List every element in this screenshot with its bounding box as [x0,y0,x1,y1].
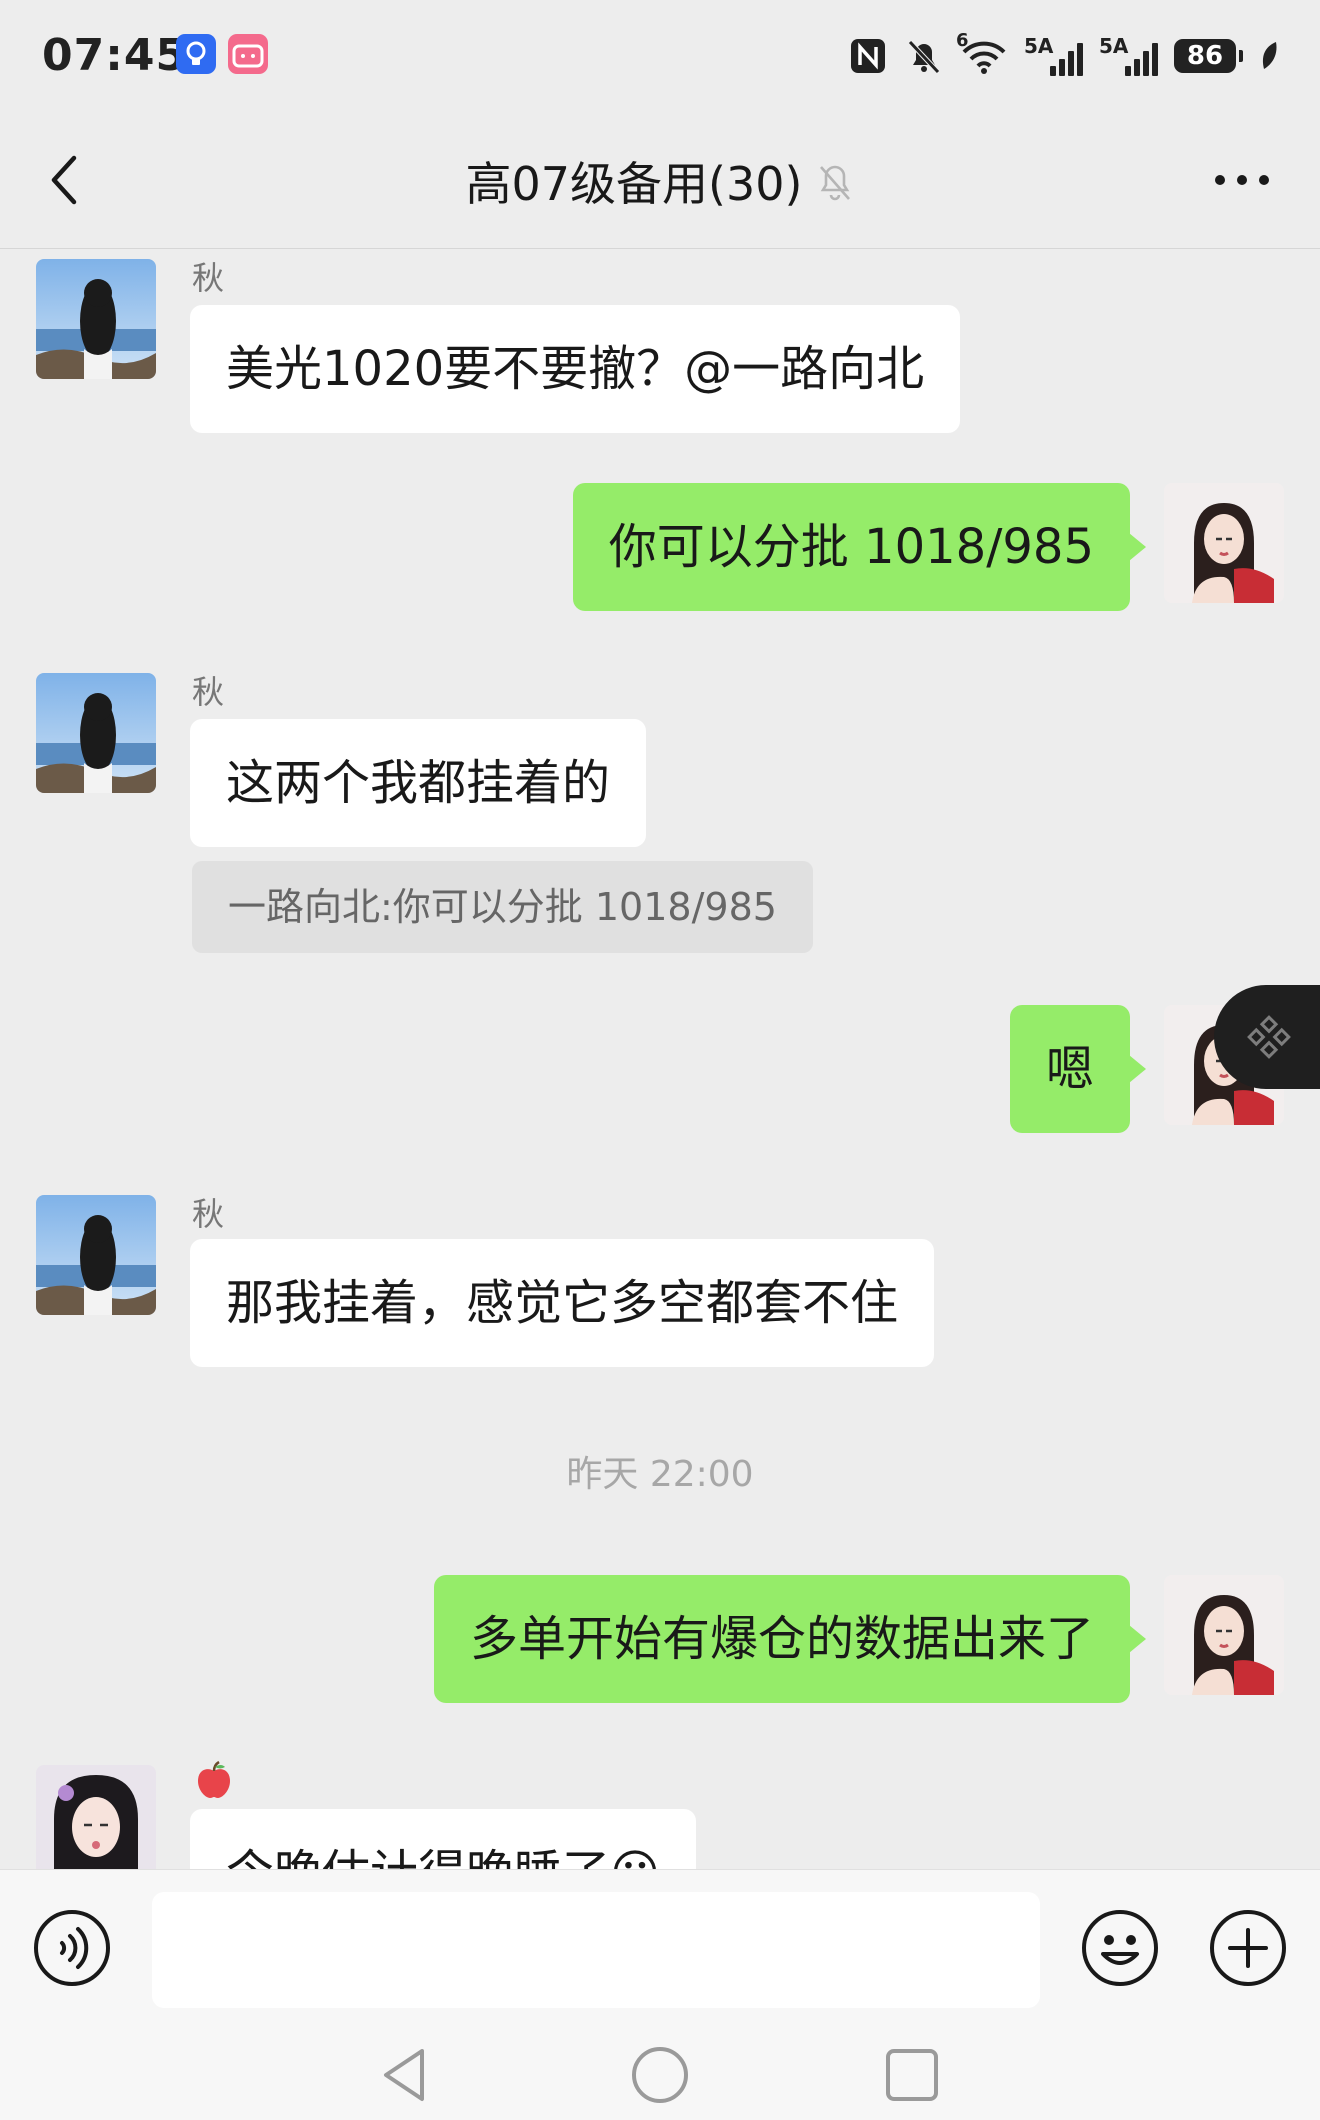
chat-title[interactable]: 高07级备用(30) [466,148,803,214]
avatar-self[interactable] [1164,483,1284,603]
bilibili-app-icon [228,34,268,74]
avatar-self[interactable] [1164,1575,1284,1695]
sender-name: 秋 [192,673,225,711]
message-list[interactable]: 秋 美光1020要不要撤？@一路向北 你可以分批 1018/985 秋 这两个我… [0,249,1320,1869]
status-icons: 6 5A 5A 86 [848,30,1280,80]
diamond-icon [1247,1015,1291,1059]
wifi-indicator: 6 [956,30,1008,76]
nfc-icon [851,39,885,73]
nav-back-icon[interactable] [376,2045,432,2105]
battery-indicator: 86 [1174,39,1243,73]
message-bubble[interactable]: 美光1020要不要撤？@一路向北 [190,305,961,433]
status-bar: 07:45 6 5A 5A 86 [0,0,1320,112]
message-bubble-own[interactable]: 你可以分批 1018/985 [572,483,1147,611]
nav-home-icon[interactable] [630,2045,690,2105]
avatar-apple-user[interactable] [36,1765,156,1869]
system-navigation-bar [0,2009,1320,2120]
quoted-reply[interactable]: 一路向北:你可以分批 1018/985 [192,861,813,953]
signal1-label: 5A [1024,34,1054,58]
signal2-label: 5A [1099,34,1129,58]
message-bubble[interactable]: 那我挂着，感觉它多空都套不住 [190,1239,935,1367]
floating-assistant-button[interactable] [1214,985,1320,1089]
message-input[interactable] [152,1892,1040,2008]
title-wrap: 高07级备用(30) [466,148,855,214]
more-options-icon[interactable] [1212,168,1272,192]
voice-input-icon[interactable] [32,1908,112,1988]
notification-app-icon [176,34,216,74]
title-container: 高07级备用(30) [0,148,1320,214]
leaf-icon [1262,42,1277,69]
emoji-icon[interactable] [1080,1908,1160,1988]
wifi-label: 6 [956,30,969,51]
message-bubble-own[interactable]: 多单开始有爆仓的数据出来了 [433,1575,1147,1703]
avatar-qiu[interactable] [36,1195,156,1315]
message-timestamp: 昨天 22:00 [566,1454,754,1495]
chat-header: 高07级备用(30) [0,112,1320,249]
message-bubble-own[interactable]: 嗯 [1009,1005,1147,1133]
mute-bell-icon [820,165,851,201]
status-time: 07:45 [42,30,188,81]
message-bubble[interactable]: 今晚估计得晚睡了😐 [190,1809,697,1869]
signal-indicator-2: 5A [1099,34,1158,76]
input-bar [0,1869,1320,2010]
avatar-qiu[interactable] [36,259,156,379]
apple-emoji-icon [198,1760,230,1798]
signal-indicator-1: 5A [1024,34,1083,76]
nav-recents-icon[interactable] [884,2045,940,2105]
sender-name: 秋 [192,259,225,297]
mute-bell-icon [908,40,940,74]
message-bubble[interactable]: 这两个我都挂着的 [190,719,647,847]
avatar-qiu[interactable] [36,673,156,793]
add-more-icon[interactable] [1208,1908,1288,1988]
sender-name: 秋 [192,1195,225,1233]
